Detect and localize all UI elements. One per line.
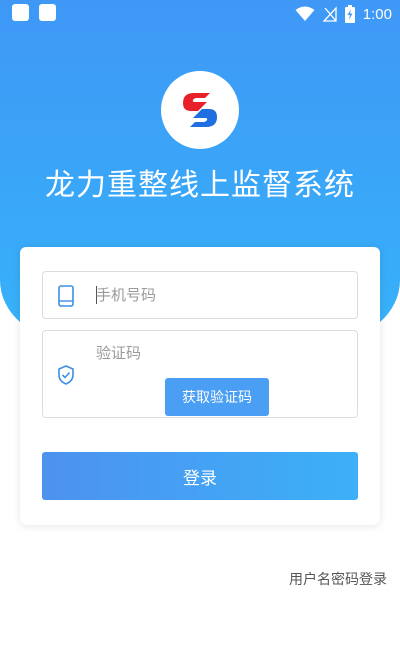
get-verification-code-button[interactable]: 获取验证码 [165, 378, 269, 416]
phone-input[interactable] [96, 284, 336, 306]
no-signal-icon [322, 6, 337, 22]
app-logo [161, 71, 239, 149]
app-title: 龙力重整线上监督系统 [45, 168, 355, 203]
verification-code-field[interactable]: 获取验证码 [42, 330, 358, 418]
mobile-phone-icon [58, 285, 74, 307]
wifi-icon [295, 6, 315, 21]
login-button[interactable]: 登录 [42, 452, 358, 500]
status-indicators: 1:00 [295, 4, 392, 24]
verification-code-input[interactable] [96, 342, 336, 364]
username-password-login-link[interactable]: 用户名密码登录 [289, 569, 387, 589]
status-bar: 1:00 [0, 0, 400, 28]
app-notification-icon [12, 4, 29, 21]
app-logo-icon [183, 93, 217, 127]
status-time: 1:00 [362, 5, 392, 23]
shield-check-icon [58, 365, 74, 385]
login-card: 获取验证码 登录 [20, 247, 380, 525]
phone-field[interactable] [42, 271, 358, 319]
battery-charging-icon [344, 5, 355, 23]
app-notification-icon [39, 4, 56, 21]
